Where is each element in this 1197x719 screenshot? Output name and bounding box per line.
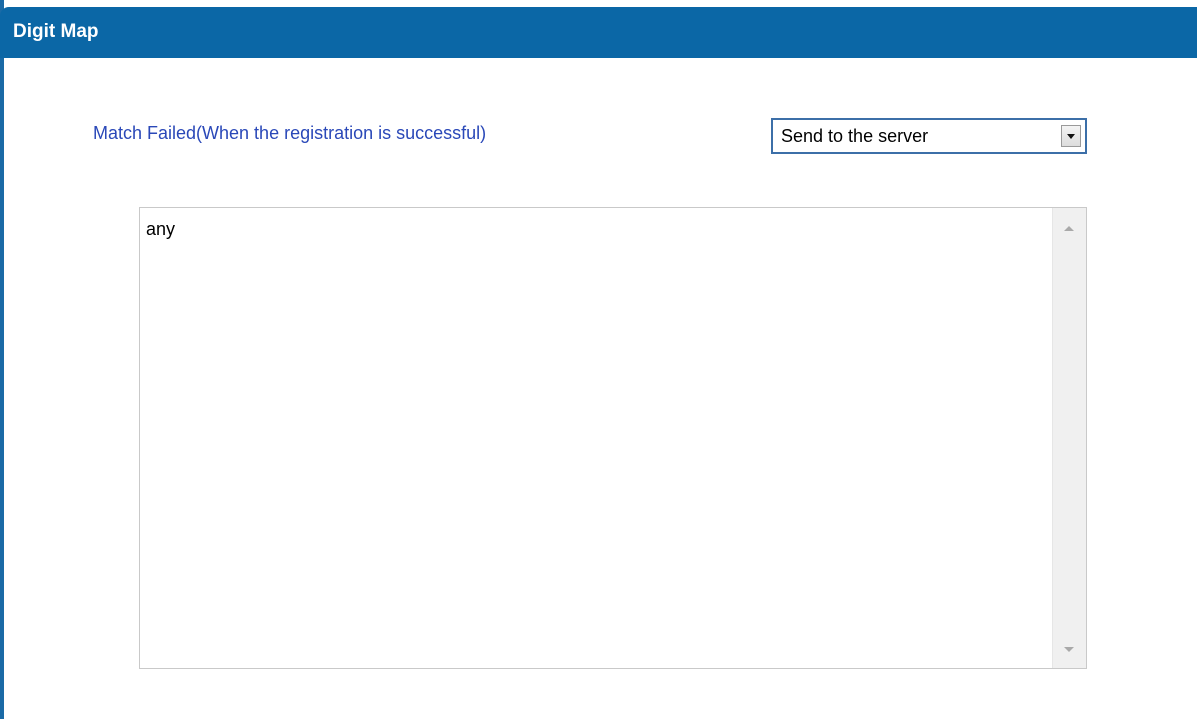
digit-map-textarea[interactable]: any [139, 207, 1087, 669]
match-failed-label: Match Failed(When the registration is su… [93, 123, 487, 143]
match-failed-selected-value: Send to the server [781, 126, 929, 146]
scroll-up-icon[interactable] [1064, 226, 1074, 231]
dropdown-button[interactable] [1061, 125, 1081, 147]
chevron-down-icon [1067, 134, 1075, 139]
match-failed-select[interactable]: Send to the server [771, 118, 1087, 154]
digit-map-text: any [146, 219, 176, 239]
panel-header: Digit Map [0, 7, 1197, 58]
panel-title: Digit Map [13, 21, 99, 42]
textarea-scrollbar[interactable] [1052, 208, 1086, 668]
digit-map-panel: Digit Map Match Failed(When the registra… [0, 0, 1197, 719]
scroll-down-icon[interactable] [1064, 647, 1074, 652]
